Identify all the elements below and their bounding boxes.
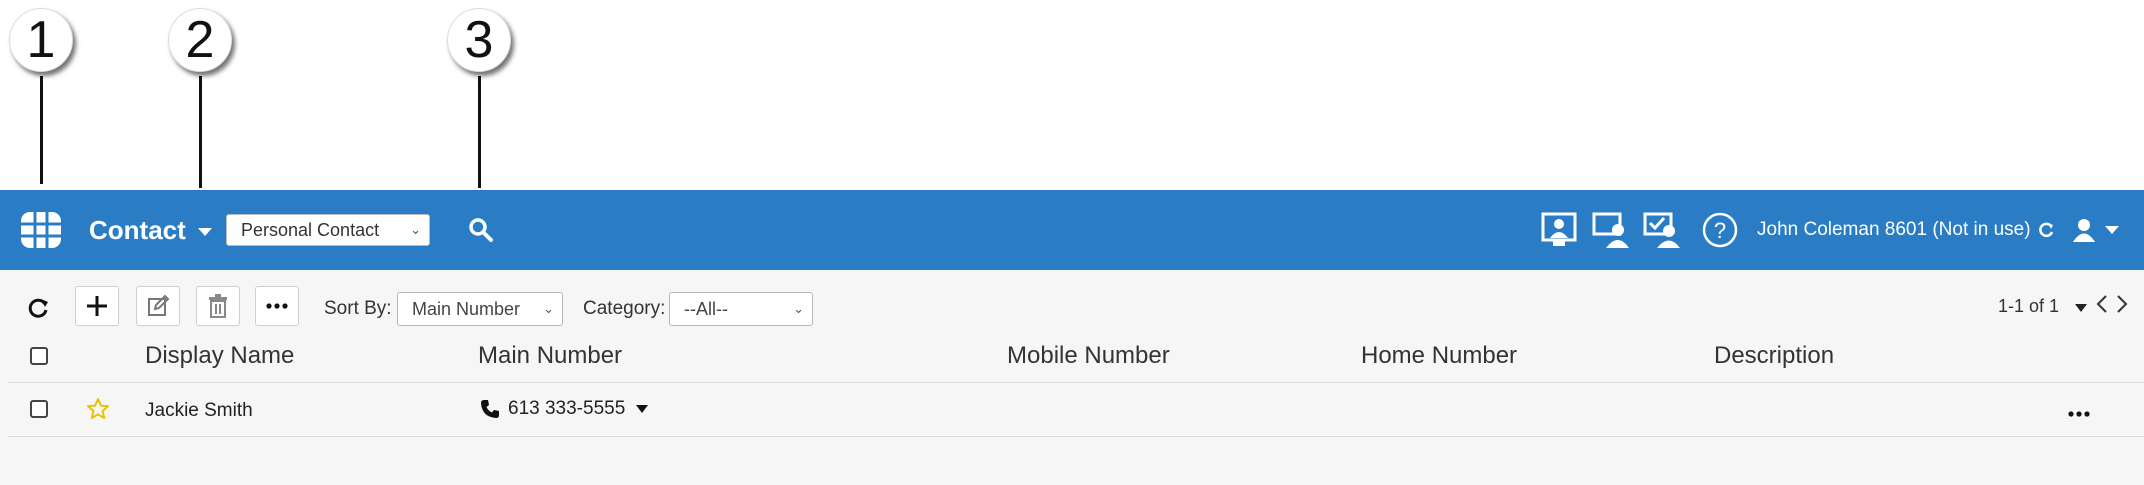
phone-icon [481, 400, 499, 418]
category-value: --All-- [684, 298, 728, 319]
screen-user-icon [1592, 212, 1629, 248]
callout-2: 2 [164, 0, 236, 188]
screen-check-user-icon [1643, 212, 1680, 248]
contact-menu[interactable]: Contact [89, 190, 214, 270]
user-icon [2073, 219, 2095, 242]
search-button[interactable] [468, 190, 494, 270]
refresh-icon [2038, 222, 2053, 238]
edit-icon [148, 294, 170, 316]
callout-line [477, 76, 481, 188]
previous-page-button[interactable] [2096, 294, 2108, 319]
contact-view-button[interactable] [1541, 190, 1577, 270]
category-select[interactable]: --All-- ⌄ [669, 292, 813, 326]
category-label: Category: [583, 298, 666, 319]
favorite-star-icon[interactable] [86, 397, 110, 426]
chevron-left-icon [2096, 295, 2107, 313]
header-divider [8, 382, 2144, 383]
callout-number: 3 [447, 8, 511, 72]
chevron-down-icon: ⌄ [543, 301, 554, 316]
contact-list-area: Sort By: Main Number ⌄ Category: --All--… [0, 270, 2144, 485]
page-title: Contact [89, 214, 186, 245]
main-number-text: 613 333-5555 [508, 398, 626, 419]
svg-text:?: ? [1714, 218, 1726, 243]
ellipsis-icon [2068, 411, 2090, 417]
help-icon: ? [1702, 212, 1738, 248]
column-header-main-number[interactable]: Main Number [478, 342, 622, 370]
column-header-display-name[interactable]: Display Name [145, 342, 294, 370]
chevron-down-icon: ⌄ [410, 222, 421, 237]
sort-by-value: Main Number [412, 298, 521, 319]
caret-down-icon [2075, 304, 2087, 312]
user-status-text: John Coleman 8601 (Not in use) [1757, 219, 2031, 240]
presence-button[interactable] [1643, 190, 1681, 270]
help-button[interactable]: ? [1702, 190, 1738, 270]
pagination-text: 1-1 of 1 [1998, 296, 2060, 316]
row-divider [8, 436, 2144, 437]
next-page-button[interactable] [2116, 294, 2128, 319]
user-menu-button[interactable] [2072, 190, 2120, 270]
callout-line [198, 76, 202, 188]
caret-down-icon [197, 228, 212, 236]
chevron-down-icon: ⌄ [793, 301, 804, 316]
app-menu-icon[interactable] [19, 190, 63, 270]
more-actions-button[interactable] [255, 286, 299, 326]
trash-icon [209, 294, 227, 318]
contact-type-wrapper: Personal Contact ⌄ [226, 190, 430, 270]
sort-by-select[interactable]: Main Number ⌄ [397, 292, 563, 326]
page-size-dropdown[interactable] [2074, 300, 2088, 318]
refresh-icon [28, 298, 48, 318]
callout-1: 1 [5, 0, 77, 184]
ellipsis-icon [266, 303, 288, 309]
plus-icon [87, 296, 107, 316]
chevron-right-icon [2117, 295, 2128, 313]
refresh-button[interactable] [26, 296, 50, 325]
row-more-actions-button[interactable] [2068, 404, 2090, 422]
select-all-checkbox[interactable] [30, 347, 48, 365]
column-header-mobile-number[interactable]: Mobile Number [1007, 342, 1170, 370]
callout-line [39, 76, 43, 184]
top-header-bar: Contact Personal Contact ⌄ ? John Colema… [0, 190, 2144, 270]
display-name-cell: Jackie Smith [145, 400, 253, 421]
screen-share-button[interactable] [1592, 190, 1630, 270]
delete-contact-button[interactable] [196, 286, 240, 326]
column-header-description[interactable]: Description [1714, 342, 1834, 370]
callout-3: 3 [443, 0, 515, 188]
callout-number: 1 [9, 8, 73, 72]
contact-card-icon [1541, 212, 1577, 246]
search-icon [469, 218, 493, 242]
sort-by-label: Sort By: [324, 298, 392, 319]
caret-down-icon[interactable] [635, 404, 649, 414]
caret-down-icon [2105, 226, 2119, 234]
contact-type-select[interactable]: Personal Contact ⌄ [226, 214, 430, 246]
add-contact-button[interactable] [75, 286, 119, 326]
main-number-cell[interactable]: 613 333-5555 [480, 398, 649, 420]
user-status[interactable]: John Coleman 8601 (Not in use) [1757, 190, 2055, 270]
contact-type-value: Personal Contact [241, 219, 380, 240]
row-checkbox[interactable] [30, 400, 48, 418]
callout-number: 2 [168, 8, 232, 72]
column-header-home-number[interactable]: Home Number [1361, 342, 1517, 370]
edit-contact-button[interactable] [136, 286, 180, 326]
